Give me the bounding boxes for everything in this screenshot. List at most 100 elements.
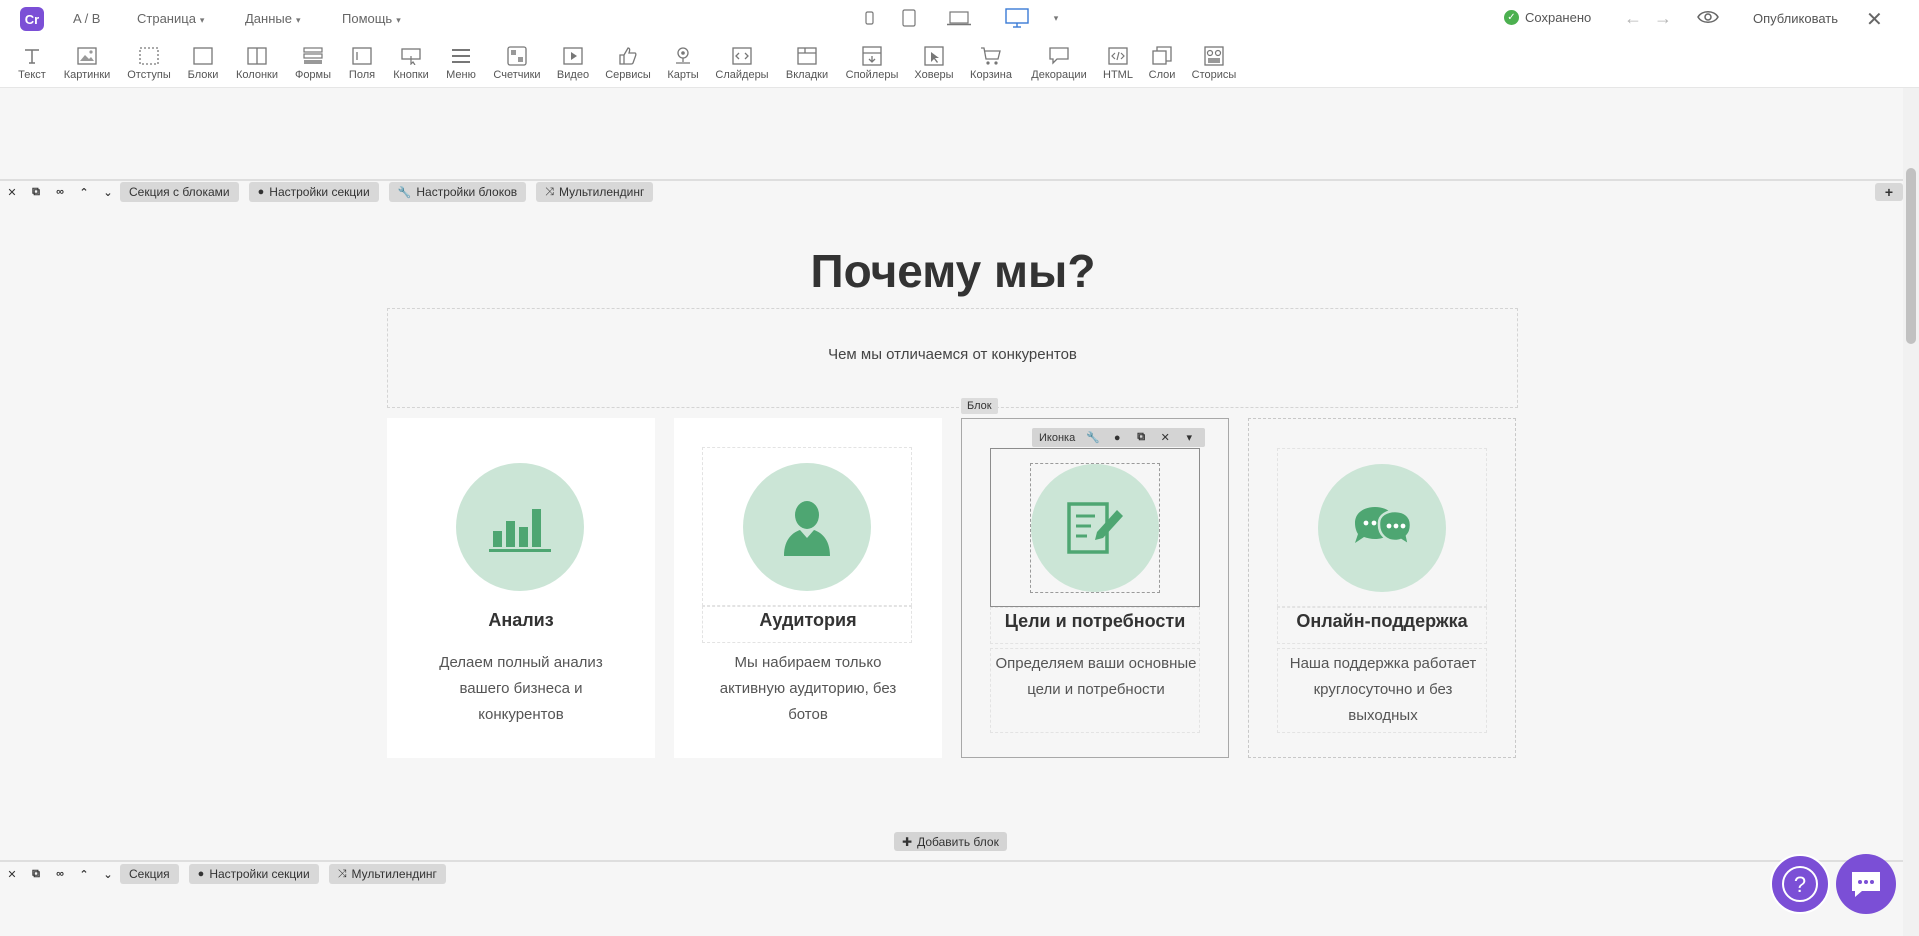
chat-icon xyxy=(1852,872,1880,897)
tool-text[interactable]: Текст xyxy=(15,44,49,81)
ab-test-button[interactable]: A / B xyxy=(73,11,100,26)
wrench-icon[interactable]: 🔧 xyxy=(1081,431,1105,444)
link-icon[interactable]: ∞ xyxy=(48,186,72,198)
chat-floating-button[interactable] xyxy=(1836,854,1896,914)
spoiler-icon xyxy=(843,44,901,68)
tool-counters[interactable]: Счетчики xyxy=(491,44,543,81)
multilanding-label: Мультилендинг xyxy=(558,185,645,199)
duplicate-icon[interactable]: ⧉ xyxy=(1129,431,1153,444)
tool-decorations[interactable]: Декорации xyxy=(1027,44,1091,81)
tool-label: Сторисы xyxy=(1191,69,1237,81)
chevron-down-icon[interactable]: ▾ xyxy=(1050,6,1062,30)
tool-label: Спойлеры xyxy=(845,69,899,81)
close-icon[interactable]: ✕ xyxy=(1866,7,1883,32)
tool-label: Видео xyxy=(556,69,590,81)
tool-label: Меню xyxy=(446,69,476,81)
tool-layers[interactable]: Слои xyxy=(1147,44,1177,81)
tool-columns[interactable]: Колонки xyxy=(233,44,281,81)
code-icon xyxy=(1101,44,1135,68)
card-title: Онлайн-поддержка xyxy=(1296,611,1468,631)
duplicate-icon[interactable]: ⧉ xyxy=(24,186,48,199)
feature-card-analysis[interactable]: Анализ Делаем полный анализ вашего бизне… xyxy=(387,418,655,758)
save-status: ✓ Сохранено xyxy=(1504,10,1591,25)
tool-html[interactable]: HTML xyxy=(1101,44,1135,81)
eye-preview-icon[interactable] xyxy=(1697,9,1719,30)
tool-menu[interactable]: Меню xyxy=(443,44,479,81)
form-icon xyxy=(293,44,333,68)
feature-card-support[interactable]: Онлайн-поддержка Наша поддержка работает… xyxy=(1248,418,1516,758)
chevron-down-icon[interactable]: ⌄ xyxy=(96,868,120,881)
publish-button[interactable]: Опубликовать xyxy=(1753,11,1838,26)
scrollbar-thumb[interactable] xyxy=(1906,168,1916,344)
app-logo[interactable]: Cr xyxy=(20,7,44,31)
add-block-button[interactable]: ✚ Добавить блок xyxy=(894,832,1007,851)
section-name-badge[interactable]: Секция с блоками xyxy=(120,182,239,202)
link-icon[interactable]: ∞ xyxy=(48,868,72,880)
saved-label: Сохранено xyxy=(1525,10,1592,25)
image-icon xyxy=(61,44,113,68)
section-name-badge[interactable]: Секция xyxy=(120,864,179,884)
tool-video[interactable]: Видео xyxy=(555,44,591,81)
chevron-down-icon[interactable]: ⌄ xyxy=(96,186,120,199)
desktop-icon[interactable] xyxy=(1004,6,1030,30)
tool-fields[interactable]: Поля xyxy=(345,44,379,81)
tool-label: Кнопки xyxy=(393,69,429,81)
field-icon xyxy=(345,44,379,68)
tool-padding[interactable]: Отступы xyxy=(125,44,173,81)
section-toolbar: ✕ ⧉ ∞ ⌃ ⌄ Секция с блоками ● Настройки се… xyxy=(0,182,663,202)
tool-buttons[interactable]: Кнопки xyxy=(391,44,431,81)
feature-card-audience[interactable]: Аудитория Мы набираем только активную ау… xyxy=(674,418,942,758)
laptop-icon[interactable] xyxy=(946,6,972,30)
block-label-badge: Блок xyxy=(961,398,998,414)
tablet-icon[interactable] xyxy=(900,6,918,30)
help-floating-button[interactable]: ? xyxy=(1770,854,1830,914)
caret-down-icon[interactable]: ▾ xyxy=(1177,431,1201,444)
close-icon[interactable]: ✕ xyxy=(0,868,24,881)
blocks-settings-button[interactable]: 🔧 Настройки блоков xyxy=(388,182,527,202)
help-menu-label: Помощь xyxy=(342,11,393,26)
close-icon[interactable]: ✕ xyxy=(1153,431,1177,444)
phone-portrait-icon[interactable] xyxy=(862,6,876,30)
chevron-up-icon[interactable]: ⌃ xyxy=(72,868,96,881)
undo-arrow-icon[interactable]: ← xyxy=(1624,8,1642,29)
tool-spoilers[interactable]: Спойлеры xyxy=(843,44,901,81)
feature-card-goals[interactable]: Цели и потребности Определяем ваши основ… xyxy=(961,418,1229,758)
subtitle-box[interactable]: Чем мы отличаемся от конкурентов xyxy=(387,308,1518,408)
layers-icon xyxy=(1147,44,1177,68)
close-icon[interactable]: ✕ xyxy=(0,186,24,199)
section-heading[interactable]: Почему мы? xyxy=(388,244,1518,298)
padding-icon xyxy=(125,44,173,68)
shuffle-icon: ⤨ xyxy=(545,185,554,198)
speech-bubble-icon xyxy=(1027,44,1091,68)
tool-hovers[interactable]: Ховеры xyxy=(913,44,955,81)
page-menu[interactable]: Страница ▾ xyxy=(137,11,204,26)
chevron-up-icon[interactable]: ⌃ xyxy=(72,186,96,199)
vertical-scrollbar[interactable] xyxy=(1903,88,1919,936)
question-icon: ? xyxy=(1782,866,1818,902)
tool-cart[interactable]: Корзина xyxy=(967,44,1015,81)
droplet-icon[interactable]: ● xyxy=(1105,432,1129,444)
redo-arrow-icon[interactable]: → xyxy=(1654,8,1672,29)
thumbs-up-icon xyxy=(603,44,653,68)
add-section-button[interactable]: + xyxy=(1875,183,1903,201)
tool-blocks[interactable]: Блоки xyxy=(185,44,221,81)
section-divider xyxy=(0,860,1903,862)
tool-tabs[interactable]: Вкладки xyxy=(783,44,831,81)
section-settings-button[interactable]: ● Настройки секции xyxy=(188,864,319,884)
tool-forms[interactable]: Формы xyxy=(293,44,333,81)
duplicate-icon[interactable]: ⧉ xyxy=(24,868,48,881)
tabs-icon xyxy=(783,44,831,68)
tool-maps[interactable]: Карты xyxy=(665,44,701,81)
help-menu[interactable]: Помощь ▾ xyxy=(342,11,401,26)
multilanding-button[interactable]: ⤨ Мультилендинг xyxy=(536,182,654,202)
tool-label: Формы xyxy=(294,69,332,81)
tool-services[interactable]: Сервисы xyxy=(603,44,653,81)
user-icon xyxy=(784,501,830,556)
tool-sliders[interactable]: Слайдеры xyxy=(713,44,771,81)
multilanding-button[interactable]: ⤨ Мультилендинг xyxy=(328,864,446,884)
block-icon xyxy=(185,44,221,68)
tool-images[interactable]: Картинки xyxy=(61,44,113,81)
tool-stories[interactable]: Сторисы xyxy=(1189,44,1239,81)
section-settings-button[interactable]: ● Настройки секции xyxy=(248,182,379,202)
data-menu[interactable]: Данные ▾ xyxy=(245,11,301,26)
